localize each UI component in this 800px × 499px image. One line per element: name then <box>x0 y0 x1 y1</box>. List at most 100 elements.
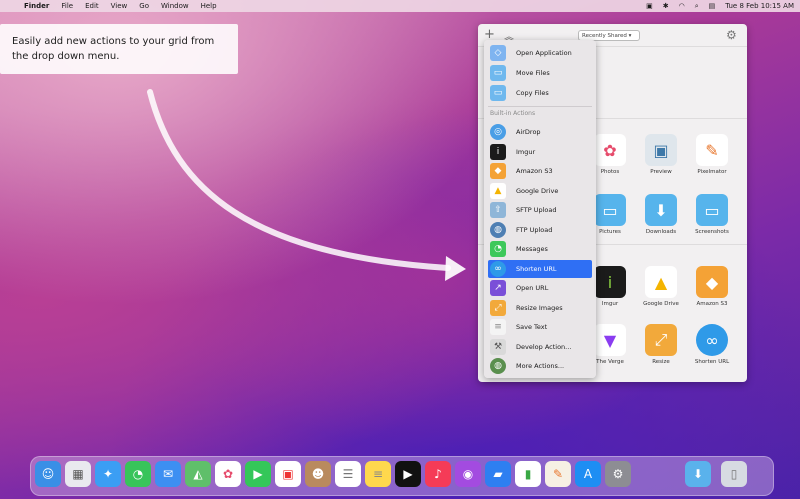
menu-item-imgur[interactable]: i Imgur <box>488 143 592 161</box>
menu-item-label: More Actions... <box>516 362 565 370</box>
developer-icon: ⚒ <box>490 339 506 355</box>
menu-item-label: AirDrop <box>516 128 541 136</box>
google-drive-icon: ▲ <box>490 183 506 199</box>
trash-icon[interactable]: ▯ <box>721 461 747 487</box>
tile-resize[interactable]: ⤢ Resize <box>639 324 683 365</box>
contacts-icon[interactable]: ☻ <box>305 461 331 487</box>
menu-item-label: Amazon S3 <box>516 167 553 175</box>
folder-icon: ▭ <box>696 194 728 226</box>
menu-item-label: SFTP Upload <box>516 206 557 214</box>
menu-item-label: Save Text <box>516 323 548 331</box>
menu-item-resize-images[interactable]: ⤢ Resize Images <box>488 299 592 317</box>
mail-icon[interactable]: ✉ <box>155 461 181 487</box>
apple-tv-icon[interactable]: ▶ <box>395 461 421 487</box>
tile-label: Google Drive <box>643 301 679 307</box>
airdrop-icon: ◎ <box>490 124 506 140</box>
menu-item-ftp-upload[interactable]: ◍ FTP Upload <box>488 221 592 239</box>
tile-google-drive[interactable]: ▲ Google Drive <box>639 266 683 307</box>
podcasts-icon[interactable]: ◉ <box>455 461 481 487</box>
pixelmator-icon: ✎ <box>696 134 728 166</box>
globe-icon: ◍ <box>490 358 506 374</box>
resize-icon: ⤢ <box>490 300 506 316</box>
open-url-icon: ↗ <box>490 280 506 296</box>
finder-icon[interactable]: ☺ <box>35 461 61 487</box>
menu-item-develop-action[interactable]: ⚒ Develop Action... <box>488 338 592 356</box>
notes-icon[interactable]: ≡ <box>365 461 391 487</box>
pages-icon[interactable]: ✎ <box>545 461 571 487</box>
tile-amazon-s3[interactable]: ◆ Amazon S3 <box>690 266 734 307</box>
tile-label: Resize <box>652 359 670 365</box>
menu-item-label: Imgur <box>516 148 536 156</box>
launchpad-icon[interactable]: ▦ <box>65 461 91 487</box>
menu-item-label: Open Application <box>516 49 572 57</box>
menu-item-label: Open URL <box>516 284 549 292</box>
menu-item-open-url[interactable]: ↗ Open URL <box>488 279 592 297</box>
menu-separator <box>488 106 592 107</box>
menu-item-label: Google Drive <box>516 187 559 195</box>
folder-icon: ▭ <box>490 85 506 101</box>
menu-section-header: Built-in Actions <box>490 110 536 117</box>
imgur-icon: i <box>490 144 506 160</box>
tile-label: Shorten URL <box>694 359 730 365</box>
menu-item-label: Copy Files <box>516 89 549 97</box>
gear-icon[interactable]: ⚙ <box>726 28 737 42</box>
tile-label: Downloads <box>645 229 677 235</box>
numbers-icon[interactable]: ▮ <box>515 461 541 487</box>
dock: ☺ ▦ ✦ ◔ ✉ ◭ ✿ ▶ ▣ ☻ ☰ ≡ ▶ ♪ ◉ ▰ ▮ ✎ A ⚙ … <box>30 456 774 496</box>
messages-icon[interactable]: ◔ <box>125 461 151 487</box>
keynote-icon[interactable]: ▰ <box>485 461 511 487</box>
tile-shorten-url[interactable]: ∞ Shorten URL <box>690 324 734 365</box>
menu-item-label: Develop Action... <box>516 343 572 351</box>
app-store-icon[interactable]: A <box>575 461 601 487</box>
tile-label: Preview <box>650 169 672 175</box>
folder-icon: ▭ <box>594 194 626 226</box>
folder-icon: ▭ <box>490 65 506 81</box>
menu-item-shorten-url[interactable]: ∞ Shorten URL <box>488 260 592 278</box>
system-preferences-icon[interactable]: ⚙ <box>605 461 631 487</box>
folder-icon: ⬇ <box>645 194 677 226</box>
menu-item-move-files[interactable]: ▭ Move Files <box>488 64 592 82</box>
menu-item-label: Move Files <box>516 69 550 77</box>
preview-icon: ▣ <box>645 134 677 166</box>
link-icon: ∞ <box>490 261 506 277</box>
globe-icon: ◍ <box>490 222 506 238</box>
tile-pixelmator[interactable]: ✎ Pixelmator <box>690 134 734 175</box>
tile-label: Pixelmator <box>697 169 727 175</box>
menu-item-copy-files[interactable]: ▭ Copy Files <box>488 84 592 102</box>
downloads-folder-icon[interactable]: ⬇ <box>685 461 711 487</box>
tile-label: Screenshots <box>695 229 729 235</box>
amazon-s3-icon: ◆ <box>696 266 728 298</box>
menu-item-messages[interactable]: ◔ Messages <box>488 240 592 258</box>
upload-icon: ⇧ <box>490 202 506 218</box>
menu-item-amazon-s3[interactable]: ◆ Amazon S3 <box>488 162 592 180</box>
facetime-icon[interactable]: ▶ <box>245 461 271 487</box>
maps-icon[interactable]: ◭ <box>185 461 211 487</box>
tile-preview[interactable]: ▣ Preview <box>639 134 683 175</box>
menu-item-more-actions[interactable]: ◍ More Actions... <box>488 357 592 375</box>
messages-icon: ◔ <box>490 241 506 257</box>
reminders-icon[interactable]: ☰ <box>335 461 361 487</box>
menu-item-label: Shorten URL <box>516 265 557 273</box>
photos-icon: ✿ <box>594 134 626 166</box>
tile-label: Amazon S3 <box>696 301 728 307</box>
add-action-menu: ◇ Open Application ▭ Move Files ▭ Copy F… <box>484 40 596 378</box>
menu-item-open-application[interactable]: ◇ Open Application <box>488 44 592 62</box>
menu-item-airdrop[interactable]: ◎ AirDrop <box>488 123 592 141</box>
menu-item-sftp-upload[interactable]: ⇧ SFTP Upload <box>488 201 592 219</box>
link-icon: ∞ <box>696 324 728 356</box>
menu-item-label: Messages <box>516 245 548 253</box>
resize-icon: ⤢ <box>645 324 677 356</box>
safari-icon[interactable]: ✦ <box>95 461 121 487</box>
imgur-icon: i <box>594 266 626 298</box>
calendar-icon[interactable]: ▣ <box>275 461 301 487</box>
amazon-s3-icon: ◆ <box>490 163 506 179</box>
menu-item-label: Resize Images <box>516 304 563 312</box>
menu-item-label: FTP Upload <box>516 226 553 234</box>
tile-screenshots[interactable]: ▭ Screenshots <box>690 194 734 235</box>
text-file-icon: ≡ <box>490 319 506 335</box>
music-icon[interactable]: ♪ <box>425 461 451 487</box>
menu-item-save-text[interactable]: ≡ Save Text <box>488 318 592 336</box>
photos-icon[interactable]: ✿ <box>215 461 241 487</box>
tile-downloads[interactable]: ⬇ Downloads <box>639 194 683 235</box>
menu-item-google-drive[interactable]: ▲ Google Drive <box>488 182 592 200</box>
